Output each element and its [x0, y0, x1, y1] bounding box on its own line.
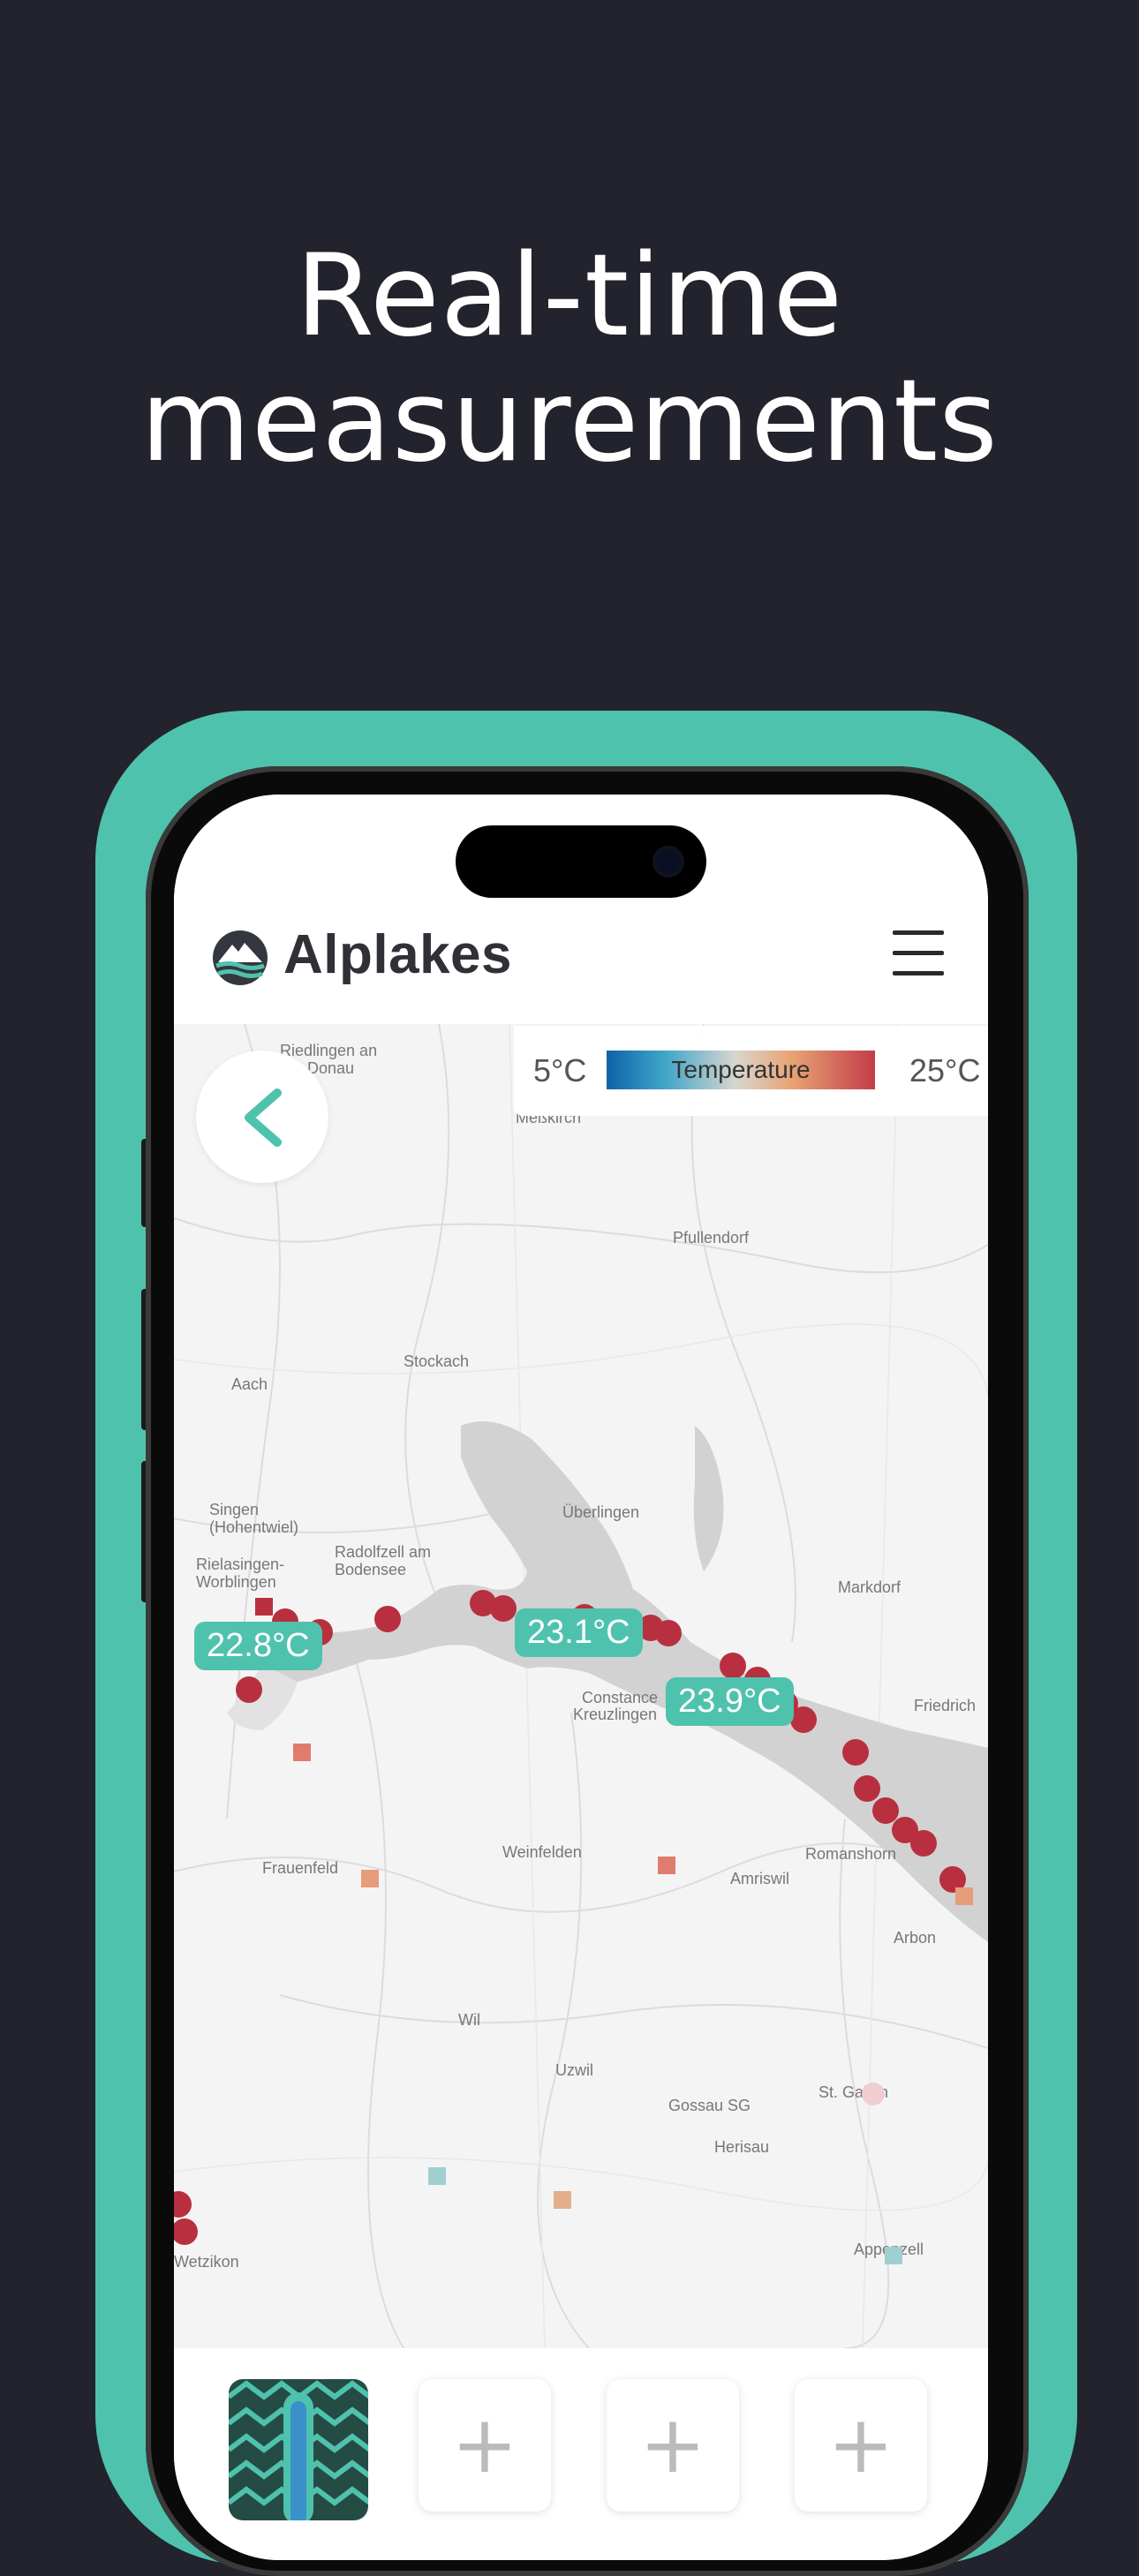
legend-label: Temperature — [671, 1056, 811, 1083]
hamburger-menu-icon[interactable] — [893, 927, 946, 980]
legend-min-value: 5°C — [533, 1052, 587, 1088]
chevron-left-icon — [245, 1088, 282, 1147]
map-place-label: Wetzikon — [174, 2253, 239, 2271]
headline-line-2: measurements — [140, 356, 999, 487]
map-place-label: Stockach — [404, 1352, 470, 1370]
map-place-label: Friedrich — [914, 1697, 977, 1714]
map-place-label: Überlingen — [562, 1503, 640, 1521]
map-place-label: Weinfelden — [502, 1843, 582, 1861]
camera-icon — [656, 849, 681, 874]
map-place-label: Romanshorn — [805, 1845, 897, 1863]
app-logo-text: Alplakes — [283, 924, 513, 985]
map-place-label: Singen (Hohentwiel) — [209, 1501, 299, 1536]
map-place-label: Wil — [458, 2011, 480, 2029]
temperature-label[interactable]: 22.8°C — [194, 1622, 322, 1670]
headline-line-1: Real-time — [295, 230, 844, 362]
map-place-label: St. Gallen — [818, 2083, 889, 2101]
map-place-label: Uzwil — [555, 2061, 593, 2079]
temperature-label[interactable]: 23.1°C — [515, 1608, 643, 1657]
map-place-label: Pfullendorf — [673, 1229, 750, 1247]
headline: Real-time measurements — [0, 234, 1139, 485]
map-place-label: Herisau — [714, 2138, 770, 2156]
lake-constance — [262, 1421, 988, 1942]
phone-screen: Alplakes Riedlingen an der Donau Meßkirc… — [174, 795, 988, 2560]
back-button[interactable] — [196, 1051, 328, 1183]
map-place-label: Aach — [231, 1375, 268, 1393]
map-view[interactable]: Riedlingen an der Donau Meßkirch Pfullend… — [174, 1024, 988, 2348]
add-layer-button[interactable]: + — [795, 2379, 927, 2512]
map-place-label: Markdorf — [838, 1578, 901, 1596]
thermometer-icon — [229, 2380, 368, 2520]
legend-color-bar: Temperature — [607, 1051, 875, 1089]
map-place-label: Radolfzell am Bodensee — [335, 1543, 432, 1578]
map-place-label: Frauenfeld — [262, 1859, 339, 1877]
map-place-label: Rielasingen- Worblingen — [196, 1555, 285, 1591]
plus-icon: + — [451, 2399, 518, 2491]
map-place-label: Appenzell — [854, 2241, 924, 2258]
temperature-label[interactable]: 23.9°C — [666, 1677, 794, 1726]
map-place-label: Arbon — [894, 1929, 937, 1947]
plus-icon: + — [639, 2399, 706, 2491]
alplakes-logo-icon — [213, 930, 268, 985]
add-layer-button[interactable]: + — [607, 2379, 739, 2512]
map-place-label: Gossau SG — [668, 2097, 751, 2114]
thermometer-layer-button[interactable] — [229, 2379, 368, 2520]
map-place-label: Kreuzlingen — [573, 1706, 658, 1723]
temperature-legend: 5°C Temperature 25°C — [514, 1026, 988, 1116]
legend-max-value: 25°C — [909, 1052, 981, 1088]
add-layer-button[interactable]: + — [419, 2379, 551, 2512]
plus-icon: + — [827, 2399, 894, 2491]
map-place-label: Amriswil — [730, 1870, 789, 1887]
map-canvas[interactable] — [174, 1024, 988, 2348]
map-place-label: Constance — [582, 1689, 659, 1706]
